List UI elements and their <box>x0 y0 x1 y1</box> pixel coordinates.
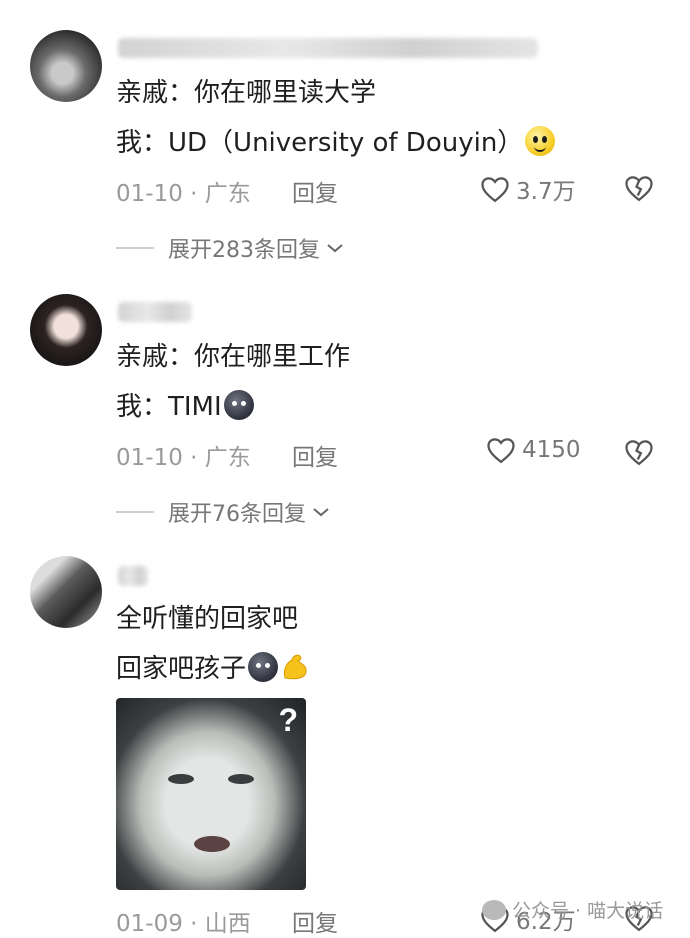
flexed-arm-emoji-icon <box>280 652 310 682</box>
reply-button[interactable]: 回复 <box>292 438 338 472</box>
avatar[interactable] <box>30 294 102 366</box>
reply-button[interactable]: 回复 <box>292 174 338 208</box>
avatar[interactable] <box>30 30 102 102</box>
comment-text-line: 亲戚：你在哪里读大学 <box>116 78 377 108</box>
heart-icon <box>487 438 515 464</box>
watermark: 公众号 · 喵大说话 <box>482 896 663 923</box>
dislike-button[interactable] <box>624 438 654 466</box>
avatar[interactable] <box>30 556 102 628</box>
comment-text-line: 亲戚：你在哪里工作 <box>116 342 351 372</box>
image-detail <box>228 774 254 784</box>
date-location: 01-10 · 广东 <box>116 445 251 471</box>
smiling-face-emoji-icon <box>525 126 556 156</box>
image-detail <box>194 836 230 852</box>
expand-replies-button[interactable]: 展开283条回复 <box>116 232 346 264</box>
comment-text-line: 回家吧孩子 <box>116 652 310 686</box>
reply-button[interactable]: 回复 <box>292 904 338 938</box>
comment-text-line: 我：UD（University of Douyin） <box>116 126 556 160</box>
like-count: 4150 <box>522 437 581 463</box>
image-question-mark: ? <box>278 702 298 738</box>
divider-line <box>116 247 154 249</box>
like-button[interactable]: 3.7万 <box>480 172 576 206</box>
chevron-down-icon <box>327 244 343 253</box>
dislike-button[interactable] <box>624 174 654 202</box>
date-location: 01-09 · 山西 <box>116 911 251 937</box>
username-blurred[interactable] <box>118 566 148 586</box>
comment-text-line: 全听懂的回家吧 <box>116 604 299 634</box>
comment-text: 回家吧孩子 <box>116 654 247 684</box>
comment-text: 我：UD（University of Douyin） <box>116 128 524 158</box>
expand-replies-label: 展开76条回复 <box>168 502 306 527</box>
chevron-down-icon <box>313 508 329 517</box>
watermark-text: 公众号 · 喵大说话 <box>512 900 664 922</box>
broken-heart-icon <box>625 176 653 202</box>
heart-icon <box>481 177 509 203</box>
comment-image[interactable]: ? <box>116 698 306 890</box>
dark-face-emoji-icon <box>248 652 279 682</box>
divider-line <box>116 511 154 513</box>
broken-heart-icon <box>625 440 653 466</box>
date-location: 01-10 · 广东 <box>116 181 251 207</box>
wechat-icon <box>482 899 506 920</box>
image-detail <box>168 774 194 784</box>
comment-text-line: 我：TIMI <box>116 390 254 424</box>
dark-face-emoji-icon <box>223 390 254 420</box>
like-button[interactable]: 4150 <box>486 436 581 464</box>
username-blurred[interactable] <box>118 302 192 322</box>
expand-replies-button[interactable]: 展开76条回复 <box>116 496 332 528</box>
username-blurred[interactable] <box>118 38 538 58</box>
comment-text: 我：TIMI <box>116 392 222 422</box>
expand-replies-label: 展开283条回复 <box>168 238 320 263</box>
like-count: 3.7万 <box>516 179 576 205</box>
